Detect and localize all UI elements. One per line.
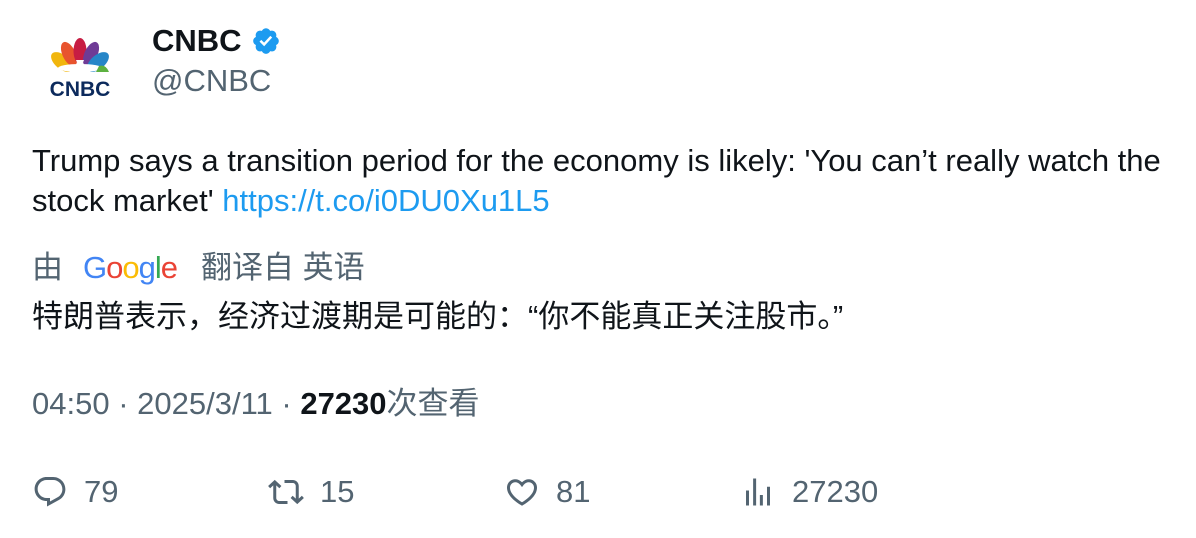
- tweet-time[interactable]: 04:50: [32, 386, 110, 421]
- meta-views-count: 27230: [300, 386, 387, 421]
- display-name[interactable]: CNBC: [152, 22, 242, 60]
- svg-text:CNBC: CNBC: [50, 78, 111, 101]
- google-logo-icon: Google: [83, 250, 178, 285]
- retweet-count: 15: [320, 474, 355, 509]
- reply-count: 79: [84, 474, 119, 509]
- translation-by-label: 由: [32, 250, 63, 285]
- tweet-link[interactable]: https://t.co/i0DU0Xu1L5: [222, 183, 549, 218]
- tweet-meta: 04:50 · 2025/3/11 · 27230次查看: [32, 384, 480, 424]
- translated-text: 特朗普表示，经济过渡期是可能的：“你不能真正关注股市。”: [32, 299, 844, 334]
- meta-separator: ·: [281, 386, 301, 421]
- tweet-text: Trump says a transition period for the e…: [32, 141, 1172, 221]
- meta-separator: ·: [118, 386, 138, 421]
- retweet-icon: [268, 479, 304, 505]
- views-count: 27230: [792, 474, 879, 509]
- translation-source-label[interactable]: 翻译自 英语: [201, 248, 365, 288]
- svg-text:Google: Google: [83, 250, 177, 285]
- handle[interactable]: @CNBC: [152, 62, 271, 100]
- tweet-body: Trump says a transition period for the e…: [32, 143, 1161, 218]
- views-button[interactable]: 27230: [740, 470, 878, 514]
- like-button[interactable]: 81: [504, 470, 590, 514]
- cnbc-peacock-logo: CNBC: [50, 38, 111, 101]
- translation-attribution: 由 Google 翻译自 英语: [32, 248, 365, 288]
- avatar[interactable]: CNBC: [36, 30, 124, 110]
- views-chart-icon: [746, 478, 770, 506]
- meta-views-label: 次查看: [386, 386, 480, 421]
- reply-button[interactable]: 79: [32, 470, 118, 514]
- like-count: 81: [556, 474, 591, 509]
- verified-badge-icon: [252, 28, 279, 54]
- retweet-button[interactable]: 15: [268, 470, 354, 514]
- heart-icon: [506, 479, 538, 506]
- reply-icon: [34, 477, 66, 507]
- author-name-row[interactable]: CNBC: [152, 22, 281, 60]
- tweet-date[interactable]: 2025/3/11: [137, 386, 273, 421]
